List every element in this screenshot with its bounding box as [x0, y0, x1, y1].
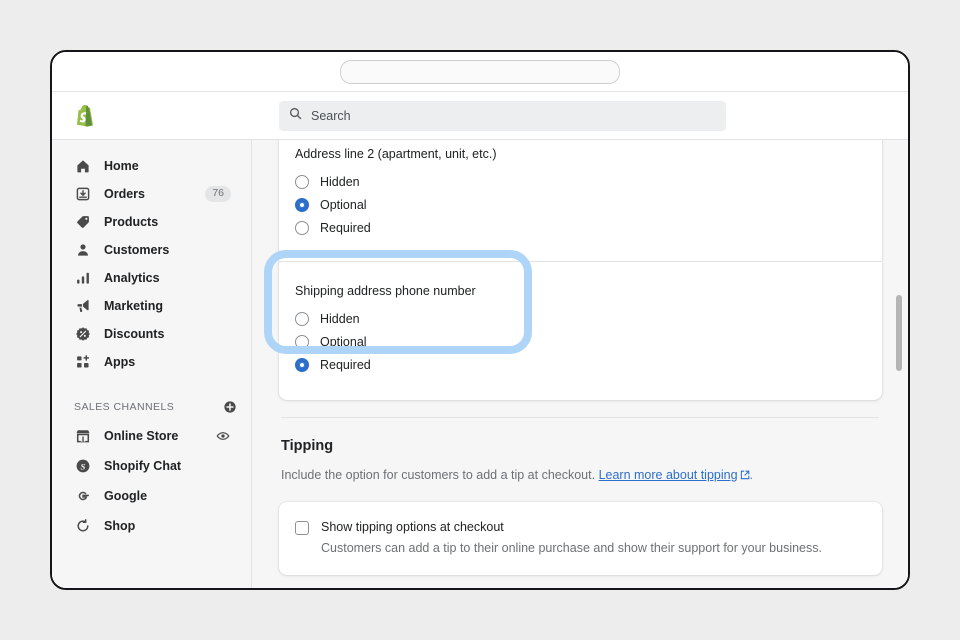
products-tag-icon [74, 213, 92, 231]
search-placeholder-text: Search [311, 108, 351, 123]
shipping-phone-label: Shipping address phone number [295, 284, 476, 298]
analytics-bar-chart-icon [74, 269, 92, 287]
sidebar-item-online-store[interactable]: Online Store [60, 422, 243, 450]
tipping-description-suffix: . [749, 468, 754, 482]
circle-plus-icon[interactable] [223, 400, 237, 414]
radio-circle-icon[interactable] [295, 174, 309, 189]
radio-option-optional[interactable]: Optional [295, 330, 856, 353]
sidebar-item-label: Orders [104, 187, 145, 201]
radio-label: Hidden [320, 311, 360, 326]
sidebar-item-label: Marketing [104, 299, 164, 313]
sidebar-item-orders[interactable]: Orders 76 [60, 180, 243, 208]
address-line-2-group: Address line 2 (apartment, unit, etc.) H… [279, 140, 882, 261]
tipping-description-text: Include the option for customers to add … [281, 468, 596, 482]
radio-label: Optional [320, 197, 367, 212]
sidebar-item-customers[interactable]: Customers [60, 236, 243, 264]
content-scroll-area[interactable]: Address line 2 (apartment, unit, etc.) H… [252, 140, 908, 588]
radio-option-hidden[interactable]: Hidden [295, 307, 856, 330]
customers-person-icon [74, 241, 92, 259]
sidebar-item-products[interactable]: Products [60, 208, 243, 236]
sidebar-item-marketing[interactable]: Marketing [60, 292, 243, 320]
settings-content: Address line 2 (apartment, unit, etc.) H… [252, 140, 908, 575]
section-divider [281, 417, 879, 418]
address-settings-card: Address line 2 (apartment, unit, etc.) H… [264, 140, 882, 400]
sidebar-item-google[interactable]: Google [60, 482, 243, 510]
show-tipping-help-text: Customers can add a tip to their online … [321, 541, 822, 555]
shipping-phone-group: Shipping address phone number Hidden Opt… [264, 250, 882, 400]
shopify-logo[interactable] [52, 104, 118, 127]
scrollbar-track[interactable] [893, 140, 905, 588]
sidebar-item-label: Customers [104, 243, 170, 257]
app-body: Home Orders 76 Products Customers Analyt… [52, 140, 908, 588]
radio-circle-icon[interactable] [295, 220, 309, 235]
radio-label: Required [320, 357, 371, 372]
sidebar-item-label: Apps [104, 355, 136, 369]
sidebar-item-label: Online Store [104, 429, 179, 443]
address-bar-input[interactable] [340, 59, 620, 84]
radio-option-optional[interactable]: Optional [295, 193, 856, 216]
browser-window: Search Home Orders 76 Products Customers… [50, 50, 910, 590]
sidebar-item-home[interactable]: Home [60, 152, 243, 180]
sidebar-item-shopify-chat[interactable]: S Shopify Chat [60, 452, 243, 480]
sidebar-item-label: Shop [104, 519, 136, 533]
checkbox-icon[interactable] [295, 521, 309, 535]
app-top-bar: Search [52, 92, 908, 140]
search-icon [289, 107, 302, 125]
sidebar-item-analytics[interactable]: Analytics [60, 264, 243, 292]
shop-icon [74, 517, 92, 535]
radio-circle-selected-icon[interactable] [295, 197, 309, 212]
sidebar-item-label: Analytics [104, 271, 160, 285]
show-tipping-checkbox-row[interactable]: Show tipping options at checkout [295, 520, 862, 535]
sales-channels-header: SALES CHANNELS [52, 394, 251, 420]
learn-more-about-tipping-link[interactable]: Learn more about tipping [599, 468, 738, 482]
svg-text:S: S [81, 461, 86, 471]
apps-grid-plus-icon [74, 353, 92, 371]
radio-option-hidden[interactable]: Hidden [295, 170, 856, 193]
radio-option-required[interactable]: Required [295, 216, 856, 239]
tipping-description: Include the option for customers to add … [281, 468, 882, 483]
sidebar-item-label: Shopify Chat [104, 459, 182, 473]
shopify-chat-icon: S [74, 457, 92, 475]
radio-circle-icon[interactable] [295, 334, 309, 349]
radio-label: Required [320, 220, 371, 235]
tipping-heading: Tipping [281, 438, 334, 454]
discounts-badge-icon [74, 325, 92, 343]
sidebar-item-label: Discounts [104, 327, 165, 341]
google-g-icon [74, 487, 92, 505]
marketing-megaphone-icon [74, 297, 92, 315]
sidebar-item-apps[interactable]: Apps [60, 348, 243, 376]
sidebar-item-discounts[interactable]: Discounts [60, 320, 243, 348]
orders-icon [74, 185, 92, 203]
sidebar-item-label: Products [104, 215, 159, 229]
scrollbar-thumb[interactable] [896, 295, 902, 371]
radio-label: Optional [320, 334, 367, 349]
browser-chrome [52, 52, 908, 92]
address-line-2-label: Address line 2 (apartment, unit, etc.) [295, 147, 497, 161]
radio-label: Hidden [320, 174, 360, 189]
external-link-icon[interactable] [740, 469, 750, 483]
radio-option-required[interactable]: Required [295, 353, 856, 376]
search-input[interactable]: Search [279, 100, 726, 131]
link-label: Learn more about tipping [598, 468, 738, 482]
home-icon [74, 157, 92, 175]
sidebar-item-label: Google [104, 489, 148, 503]
sidebar: Home Orders 76 Products Customers Analyt… [52, 140, 252, 588]
sales-channels-title: SALES CHANNELS [74, 401, 175, 413]
show-tipping-label: Show tipping options at checkout [321, 520, 504, 534]
sidebar-item-shop[interactable]: Shop [60, 512, 243, 540]
sidebar-item-label: Home [104, 159, 139, 173]
tipping-card: Show tipping options at checkout Custome… [279, 502, 882, 575]
radio-circle-icon[interactable] [295, 311, 309, 326]
radio-circle-selected-icon[interactable] [295, 357, 309, 372]
orders-count-badge: 76 [205, 185, 231, 203]
eye-icon[interactable] [215, 428, 231, 444]
storefront-icon [74, 427, 92, 445]
